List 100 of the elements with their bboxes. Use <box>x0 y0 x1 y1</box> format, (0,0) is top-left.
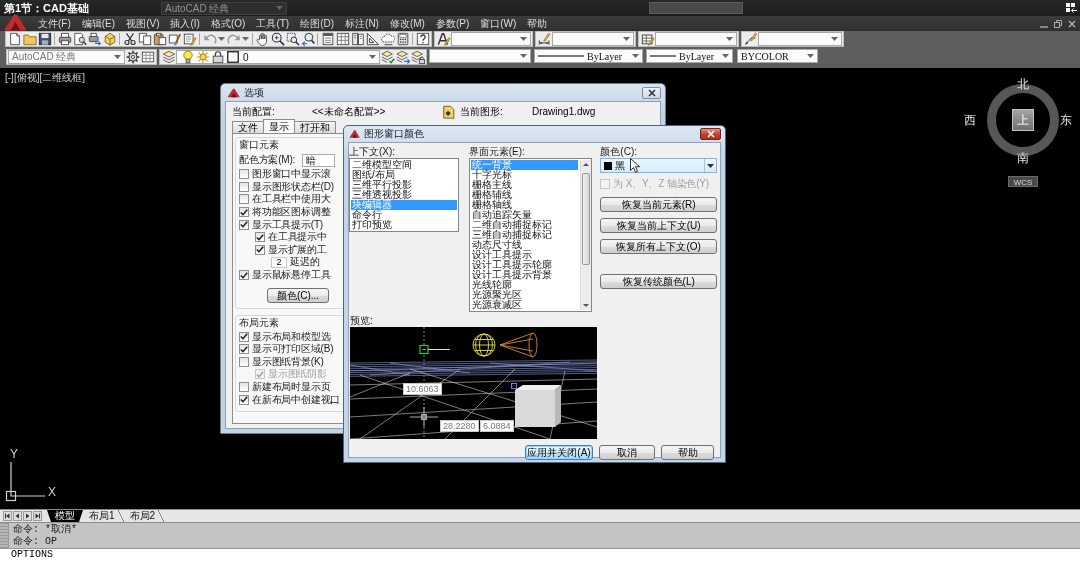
color-dropdown[interactable]: 黑 <box>600 158 717 173</box>
layers-lock-icon[interactable] <box>410 50 425 64</box>
list-item[interactable]: 光线轮廓 <box>470 280 579 290</box>
menu-item[interactable]: 格式(O) <box>205 17 251 30</box>
page-icon[interactable] <box>7 32 22 46</box>
compass-direction[interactable]: 东 <box>1060 114 1072 127</box>
scrollbar-thumb[interactable] <box>582 173 591 265</box>
layers-icon[interactable] <box>161 50 176 64</box>
caret-icon[interactable] <box>242 37 249 41</box>
element-list[interactable]: 统一背景 十字光标 栅格主线 栅格辅线 栅格轴线 自动追踪矢量 二维自动捕捉标记 三维自动捕捉标记 动态尺寸线 设计工具提示 设计工具提示轮廓 设计工具提示背景 光线轮廓 光源聚光区 光源衰减区 <box>468 158 593 312</box>
menu-item[interactable]: 参数(P) <box>430 17 475 30</box>
window-list-icon[interactable] <box>320 32 335 46</box>
list-item[interactable]: 光源聚光区 <box>470 290 579 300</box>
menu-item[interactable]: 标注(N) <box>340 17 384 30</box>
color-square-icon[interactable] <box>225 50 240 64</box>
checkbox[interactable] <box>255 244 265 255</box>
leader-pen-icon[interactable] <box>743 32 758 46</box>
skip-start-icon[interactable] <box>3 511 12 521</box>
menu-item[interactable]: 绘图(D) <box>295 17 340 30</box>
layer-dropdown[interactable]: 0 <box>176 50 380 64</box>
dimension-pen-icon[interactable] <box>537 32 552 46</box>
paintbrush-icon[interactable] <box>167 32 182 46</box>
menu-item[interactable]: 修改(M) <box>384 17 430 30</box>
box-icon[interactable] <box>102 32 117 46</box>
checkbox[interactable] <box>239 270 249 281</box>
bulb-icon[interactable] <box>180 50 195 64</box>
zoom-previous-icon[interactable] <box>300 32 315 46</box>
command-input-field[interactable]: OPTIONS <box>0 548 1080 561</box>
button[interactable]: 恢复当前元素(R) <box>600 197 717 212</box>
close-button[interactable] <box>642 86 661 99</box>
menu-item[interactable]: 插入(I) <box>165 17 205 30</box>
menu-item[interactable]: 帮助 <box>522 17 553 30</box>
list-item[interactable]: 二维自动捕捉标记 <box>470 220 579 230</box>
list-item[interactable]: 十字光标 <box>470 170 579 180</box>
list-item[interactable]: 动态尺寸线 <box>470 240 579 250</box>
linetype-dropdown[interactable]: ByLayer <box>534 49 643 63</box>
compass-direction[interactable]: 南 <box>1017 152 1029 165</box>
context-list[interactable]: 二维模型空间 图纸/布局 三维平行投影 三维透视投影 块编辑器 命令行 打印预览 <box>349 158 459 232</box>
spinner-field[interactable]: 2 <box>271 256 287 268</box>
triangle-right-icon[interactable] <box>23 511 32 521</box>
viewport-label[interactable]: [-][俯视][二维线框] <box>5 72 85 84</box>
list-item[interactable]: 打印预览 <box>351 220 457 230</box>
checkbox[interactable] <box>239 219 249 230</box>
plot-style-dropdown[interactable]: BYCOLOR <box>737 49 818 63</box>
coordinate-system-button[interactable]: WCS <box>1008 176 1038 187</box>
table-pen-icon[interactable] <box>640 32 655 46</box>
list-item[interactable]: 命令行 <box>351 210 457 220</box>
caret-icon[interactable] <box>218 37 225 41</box>
checkbox[interactable] <box>239 169 249 180</box>
list-item[interactable]: 设计工具提示背景 <box>470 270 579 280</box>
lineweight-dropdown[interactable]: ByLayer <box>646 49 733 63</box>
checkbox[interactable] <box>239 331 249 342</box>
layers-check-icon[interactable] <box>380 50 395 64</box>
tab[interactable]: 显示 <box>263 119 295 133</box>
list-item[interactable]: 三维透视投影 <box>351 190 457 200</box>
tab[interactable]: 文件 <box>232 121 264 133</box>
printer-arrow-icon[interactable] <box>87 32 102 46</box>
scroll-up-icon[interactable] <box>581 160 592 169</box>
button[interactable]: 颜色(C)... <box>267 288 329 304</box>
scissors-icon[interactable] <box>122 32 137 46</box>
dashed-cloud-icon[interactable] <box>380 32 395 46</box>
menu-item[interactable]: 编辑(E) <box>76 17 121 30</box>
menu-item[interactable]: 文件(F) <box>33 17 76 30</box>
help-icon[interactable] <box>415 32 430 46</box>
color-scheme-dropdown[interactable]: 暗 <box>302 153 336 167</box>
layers-arrow-icon[interactable] <box>395 50 410 64</box>
calculator-icon[interactable] <box>395 32 410 46</box>
printer-icon[interactable] <box>57 32 72 46</box>
button[interactable]: 恢复传统颜色(L) <box>600 274 717 289</box>
list-item[interactable]: 二维模型空间 <box>351 160 457 170</box>
list-item[interactable]: 图纸/布局 <box>351 170 457 180</box>
button[interactable]: 取消 <box>599 445 655 460</box>
list-item[interactable]: 栅格主线 <box>470 180 579 190</box>
list-item[interactable]: 三维平行投影 <box>351 180 457 190</box>
button[interactable]: 恢复当前上下文(U) <box>600 218 717 233</box>
menu-item[interactable]: 视图(V) <box>121 17 165 30</box>
menu-item[interactable]: 工具(T) <box>251 17 295 30</box>
restore-icon[interactable] <box>1054 19 1062 28</box>
checkbox[interactable] <box>255 232 265 243</box>
grid-panel-icon[interactable] <box>335 32 350 46</box>
padlock-icon[interactable] <box>210 50 225 64</box>
grid-icon[interactable] <box>140 50 155 64</box>
compass-direction[interactable]: 北 <box>1017 78 1029 91</box>
checkbox[interactable] <box>239 207 249 218</box>
menu-item[interactable]: 窗口(W) <box>475 17 522 30</box>
tiles-icon[interactable] <box>1066 3 1077 13</box>
search-field[interactable] <box>649 2 743 14</box>
scroll-down-icon[interactable] <box>581 301 592 310</box>
tab[interactable]: 打开和 <box>294 121 336 133</box>
page-pencil-icon[interactable] <box>182 32 197 46</box>
color-dropdown[interactable] <box>429 49 531 63</box>
list-item[interactable]: 设计工具提示 <box>470 250 579 260</box>
list-item[interactable]: 栅格轴线 <box>470 200 579 210</box>
zoom-icon[interactable] <box>270 32 285 46</box>
list-item[interactable]: 三维自动捕捉标记 <box>470 230 579 240</box>
button[interactable]: 帮助 <box>661 445 714 460</box>
zoom-window-icon[interactable] <box>285 32 300 46</box>
checkbox[interactable] <box>239 394 249 405</box>
skip-end-icon[interactable] <box>33 511 42 521</box>
copy-icon[interactable] <box>137 32 152 46</box>
